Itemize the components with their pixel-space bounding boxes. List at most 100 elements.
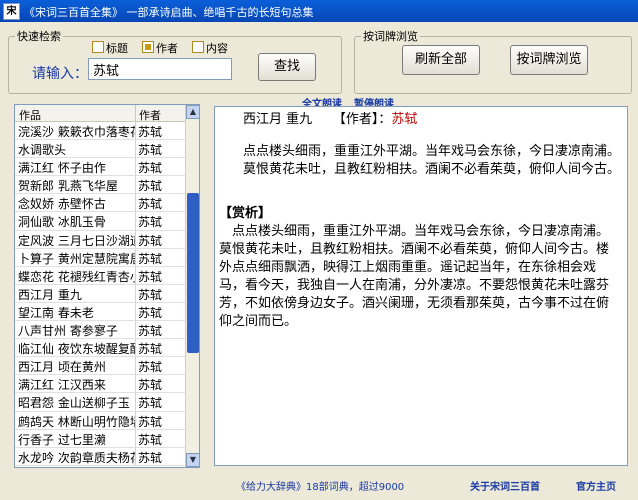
- list-item-author: 苏轼: [138, 378, 163, 393]
- list-item-work: 念奴娇 赤壁怀古: [18, 197, 106, 212]
- list-item-work: 蝶恋花 花褪残红青杏小: [18, 269, 136, 284]
- list-item-work: 水调歌头: [18, 143, 67, 158]
- poem-reader[interactable]: 西江月 重九 【作者】：苏轼 点点楼头细雨，重重江外平湖。当年戏马会东徐，今日凄…: [214, 106, 628, 466]
- checkbox-author-label: 作者: [156, 42, 178, 55]
- list-item-author: 苏轼: [138, 269, 163, 284]
- list-item[interactable]: 临江仙 夜饮东坡醒复醉 苏轼: [15, 339, 185, 358]
- list-item[interactable]: 八声甘州 寄参寥子 苏轼: [15, 321, 185, 340]
- column-header-author[interactable]: 作者: [139, 107, 161, 123]
- list-item[interactable]: 鹧鸪天 林断山明竹隐墙 苏轼: [15, 411, 185, 430]
- search-button[interactable]: 查找: [258, 53, 316, 81]
- appreciation-text: 点点楼头细雨，重重江外平湖。当年戏马会东徐，今日凄凉南浦。莫恨黄花未吐，且教红粉…: [219, 224, 610, 329]
- list-item[interactable]: 水调歌头 苏轼: [15, 140, 185, 159]
- checkbox-title-box[interactable]: [92, 41, 104, 53]
- list-item-work: 定风波 三月七日沙湖道中: [18, 233, 136, 248]
- scroll-thumb[interactable]: [187, 193, 199, 353]
- poem-author: 苏轼: [391, 112, 418, 127]
- poem-text: 点点楼头细雨，重重江外平湖。当年戏马会东徐，今日凄凉南浦。莫恨黄花未吐，且教红粉…: [243, 144, 621, 177]
- browse-legend: 按词牌浏览: [363, 30, 418, 43]
- list-item-author: 苏轼: [138, 450, 163, 465]
- column-divider: [135, 230, 136, 249]
- list-item-work: 行香子 过七里濑: [18, 432, 106, 447]
- list-item-author: 苏轼: [138, 143, 163, 158]
- list-item[interactable]: 贺新郎 乳燕飞华屋 苏轼: [15, 176, 185, 195]
- list-item-work: 西江月 顷在黄州: [18, 360, 106, 375]
- column-divider: [135, 158, 136, 177]
- checkbox-author[interactable]: 作者: [142, 40, 178, 56]
- list-item-author: 苏轼: [138, 324, 163, 339]
- list-item[interactable]: 满江红 江汉西来 苏轼: [15, 375, 185, 394]
- list-item-work: 洞仙歌 冰肌玉骨: [18, 215, 106, 230]
- list-item[interactable]: 西江月 顷在黄州 苏轼: [15, 357, 185, 376]
- window-title: 《宋词三百首全集》 一部承诗启曲、绝唱千古的长短句总集: [24, 6, 314, 19]
- search-input[interactable]: [88, 58, 232, 80]
- list-header: 作品 作者: [15, 105, 185, 122]
- list-item[interactable]: 昭君怨 金山送柳子玉 苏轼: [15, 393, 185, 412]
- list-item[interactable]: 浣溪沙 簌簌衣巾落枣花 苏轼: [15, 122, 185, 141]
- list-item-work: 水龙吟 次韵章质夫杨花词: [18, 450, 136, 465]
- about-link[interactable]: 关于宋词三百首: [470, 478, 540, 493]
- list-item-work: 满江红 怀子由作: [18, 161, 106, 176]
- list-item[interactable]: 蝶恋花 花褪残红青杏小 苏轼: [15, 266, 185, 285]
- list-item-work: 临江仙 夜饮东坡醒复醉: [18, 342, 136, 357]
- column-divider: [135, 375, 136, 394]
- column-divider: [135, 411, 136, 430]
- checkbox-content[interactable]: 内容: [192, 40, 228, 56]
- list-item-work: 浣溪沙 簌簌衣巾落枣花: [18, 125, 136, 139]
- list-item-author: 苏轼: [138, 360, 163, 375]
- list-item-author: 苏轼: [138, 287, 163, 302]
- row-divider: [15, 464, 185, 466]
- list-item[interactable]: 望江南 春未老 苏轼: [15, 302, 185, 322]
- list-item-author: 苏轼: [138, 432, 163, 447]
- title-bar[interactable]: 宋 《宋词三百首全集》 一部承诗启曲、绝唱千古的长短句总集: [0, 0, 638, 22]
- appreciation-heading: 【赏析】: [219, 206, 272, 221]
- search-prompt-label: 请输入：: [32, 66, 88, 82]
- list-item[interactable]: 满江红 怀子由作 苏轼: [15, 158, 185, 177]
- list-item[interactable]: 洞仙歌 冰肌玉骨 苏轼: [15, 212, 185, 231]
- author-label: 【作者】：: [332, 112, 392, 127]
- column-divider: [135, 212, 136, 231]
- refresh-all-button[interactable]: 刷新全部: [402, 45, 480, 75]
- list-item-work: 卜算子 黄州定慧院寓居作: [18, 251, 136, 266]
- list-item[interactable]: 西江月 重九 苏轼: [15, 284, 185, 303]
- list-item-author: 苏轼: [138, 305, 163, 320]
- column-divider: [135, 447, 136, 466]
- list-item[interactable]: 定风波 三月七日沙湖道中苏轼: [15, 230, 185, 249]
- list-item-author: 苏轼: [138, 414, 163, 429]
- list-item-work: 鹧鸪天 林断山明竹隐墙: [18, 414, 136, 429]
- column-divider: [135, 357, 136, 376]
- list-item-author: 苏轼: [138, 125, 163, 139]
- column-divider: [135, 248, 136, 267]
- list-item[interactable]: 念奴娇 赤壁怀古 苏轼: [15, 194, 185, 213]
- list-item-work: 八声甘州 寄参寥子: [18, 324, 118, 339]
- column-divider: [135, 302, 136, 322]
- checkbox-content-label: 内容: [206, 42, 228, 55]
- list-item-author: 苏轼: [138, 342, 163, 357]
- list-item-author: 苏轼: [138, 251, 163, 266]
- list-item-author: 苏轼: [138, 396, 163, 411]
- homepage-link[interactable]: 官方主页: [576, 478, 616, 493]
- works-list[interactable]: 作品 作者 浣溪沙 簌簌衣巾落枣花 苏轼 水调歌头 苏轼 满江红 怀子由作 苏轼 贺新郎 乳…: [14, 104, 200, 468]
- scroll-up-arrow-icon[interactable]: ▲: [186, 105, 199, 119]
- column-divider[interactable]: [135, 105, 136, 121]
- list-item[interactable]: 卜算子 黄州定慧院寓居作苏轼: [15, 248, 185, 267]
- list-item-author: 苏轼: [138, 161, 163, 176]
- column-divider: [135, 176, 136, 195]
- footer-dictionary-ad[interactable]: 《给力大辞典》18部词典，超过9000: [236, 478, 404, 493]
- column-header-work[interactable]: 作品: [19, 107, 41, 123]
- checkbox-content-box[interactable]: [192, 41, 204, 53]
- list-item[interactable]: 行香子 过七里濑 苏轼: [15, 429, 185, 448]
- column-divider: [135, 266, 136, 285]
- scroll-down-arrow-icon[interactable]: ▼: [186, 453, 199, 467]
- browse-by-cipai-button[interactable]: 按词牌浏览: [510, 45, 588, 75]
- list-item-work: 望江南 春未老: [18, 305, 94, 320]
- checkbox-author-box[interactable]: [142, 41, 154, 53]
- column-divider: [135, 429, 136, 448]
- column-divider: [135, 321, 136, 340]
- list-scrollbar[interactable]: ▲ ▼: [185, 105, 199, 467]
- list-item[interactable]: 水龙吟 次韵章质夫杨花词苏轼: [15, 447, 185, 466]
- poem-heading: 西江月 重九 【作者】：苏轼: [243, 111, 417, 129]
- list-item-work: 贺新郎 乳燕飞华屋: [18, 179, 118, 194]
- column-divider: [135, 194, 136, 213]
- checkbox-title[interactable]: 标题: [92, 40, 128, 56]
